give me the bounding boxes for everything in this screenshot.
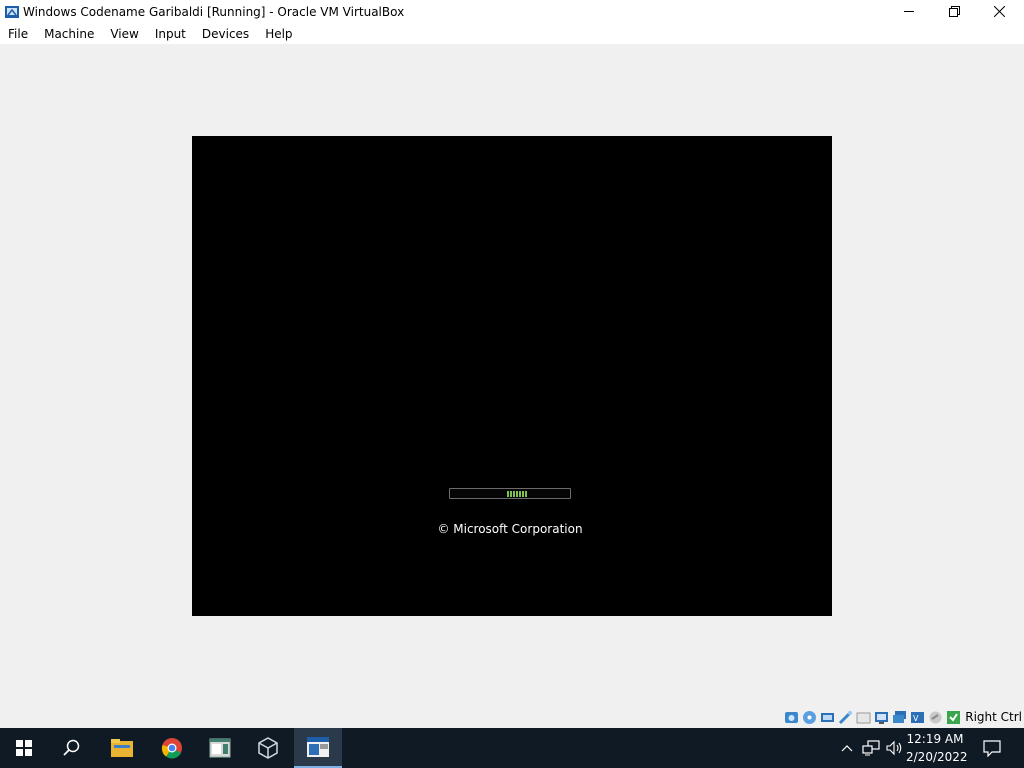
boot-progress-segment	[513, 491, 515, 497]
cpu-icon[interactable]	[928, 710, 943, 725]
boot-progress-segment	[516, 491, 518, 497]
volume-icon	[886, 740, 902, 756]
status-bar: V Right Ctrl	[0, 706, 1024, 728]
vm-window-button[interactable]	[294, 728, 342, 768]
start-button[interactable]	[0, 728, 48, 768]
virtualbox-icon	[258, 737, 278, 759]
boot-progress-bar	[449, 488, 571, 499]
network-tray-button[interactable]	[861, 728, 881, 768]
chrome-button[interactable]	[148, 728, 196, 768]
svg-text:V: V	[913, 714, 919, 723]
audio-icon[interactable]	[820, 710, 835, 725]
show-hidden-icons-button[interactable]	[838, 728, 856, 768]
close-icon	[993, 6, 1005, 17]
search-icon	[63, 739, 80, 756]
vm-window-icon	[307, 737, 329, 757]
close-button[interactable]	[976, 0, 1022, 23]
menu-bar: File Machine View Input Devices Help	[0, 23, 1024, 44]
menu-input[interactable]: Input	[147, 27, 194, 41]
menu-machine[interactable]: Machine	[36, 27, 102, 41]
boot-progress-segment	[519, 491, 521, 497]
window-title: Windows Codename Garibaldi [Running] - O…	[23, 4, 405, 19]
file-explorer-button[interactable]	[98, 728, 146, 768]
virtualbox-app-icon	[4, 4, 20, 20]
clock-date: 2/20/2022	[906, 750, 968, 764]
boot-progress-segment	[522, 491, 524, 497]
notification-icon	[983, 740, 1001, 757]
minimize-icon	[903, 11, 914, 12]
title-bar: Windows Codename Garibaldi [Running] - O…	[0, 0, 1024, 23]
boot-progress-segment	[507, 491, 509, 497]
boot-progress-segment	[510, 491, 512, 497]
usb-icon[interactable]	[856, 710, 871, 725]
optical-drive-icon[interactable]	[802, 710, 817, 725]
window-app-button[interactable]	[196, 728, 244, 768]
taskbar: 12:19 AM 2/20/2022	[0, 728, 1024, 768]
menu-file[interactable]: File	[0, 27, 36, 41]
mouse-integration-icon[interactable]	[946, 710, 961, 725]
window-app-icon	[209, 738, 231, 758]
restore-button[interactable]	[931, 0, 977, 23]
boot-progress-segment	[525, 491, 527, 497]
chevron-up-icon	[841, 745, 853, 752]
shared-folders-icon[interactable]	[874, 710, 889, 725]
vm-screen[interactable]: © Microsoft Corporation	[192, 136, 832, 616]
display-icon[interactable]	[892, 710, 907, 725]
minimize-button[interactable]	[886, 0, 932, 23]
network-icon[interactable]	[838, 710, 853, 725]
video-capture-icon[interactable]: V	[910, 710, 925, 725]
restore-icon	[948, 6, 960, 17]
menu-devices[interactable]: Devices	[194, 27, 257, 41]
start-icon	[16, 740, 32, 756]
file-explorer-icon	[111, 739, 133, 757]
hard-disk-icon[interactable]	[784, 710, 799, 725]
menu-view[interactable]: View	[102, 27, 146, 41]
virtualbox-manager-button[interactable]	[244, 728, 292, 768]
host-key-label: Right Ctrl	[965, 710, 1022, 724]
clock-time: 12:19 AM	[906, 732, 964, 746]
menu-help[interactable]: Help	[257, 27, 300, 41]
network-icon	[862, 740, 880, 756]
copyright-text: © Microsoft Corporation	[437, 522, 583, 536]
taskbar-clock[interactable]: 12:19 AM 2/20/2022	[906, 730, 968, 766]
chrome-icon	[161, 738, 182, 759]
volume-button[interactable]	[885, 728, 905, 768]
action-center-button[interactable]	[978, 728, 1006, 768]
search-button[interactable]	[48, 728, 96, 768]
